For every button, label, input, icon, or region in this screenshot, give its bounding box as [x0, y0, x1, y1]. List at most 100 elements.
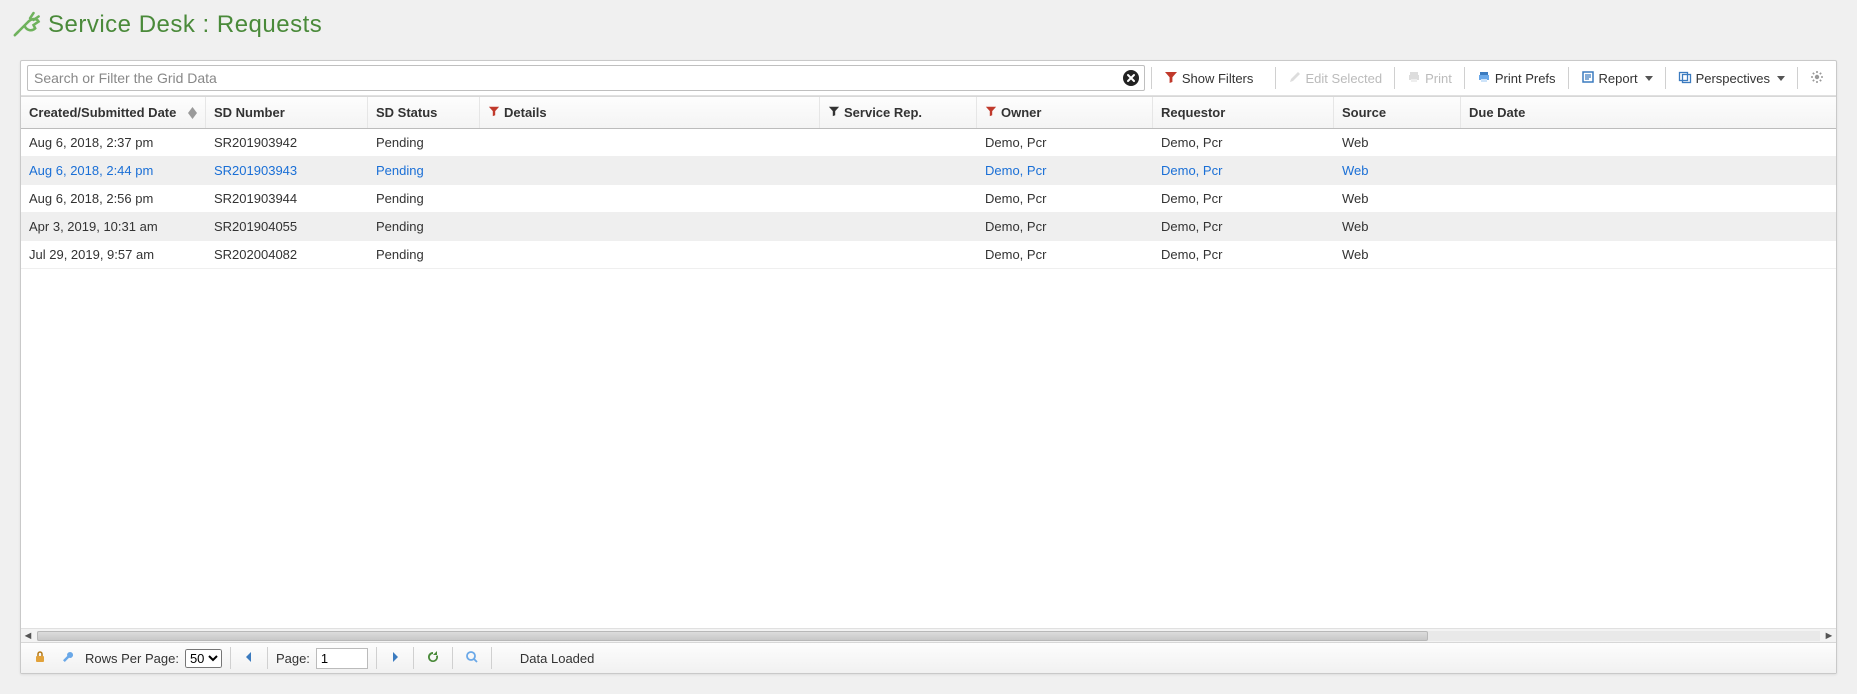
- clear-search-icon[interactable]: [1122, 69, 1140, 87]
- perspectives-icon: [1678, 70, 1692, 87]
- col-details[interactable]: Details: [480, 97, 820, 128]
- col-label: Details: [504, 105, 547, 120]
- arrow-right-icon: [389, 651, 401, 666]
- cell-due-date: [1461, 241, 1836, 268]
- magnifier-icon: [465, 650, 479, 667]
- report-label: Report: [1599, 71, 1638, 86]
- cell-created: Apr 3, 2019, 10:31 am: [21, 213, 206, 240]
- grid-body[interactable]: Aug 6, 2018, 2:37 pmSR201903942PendingDe…: [21, 129, 1836, 628]
- search-wrap: [27, 65, 1145, 91]
- separator: [230, 647, 231, 669]
- cell-details: [480, 129, 820, 156]
- scroll-track[interactable]: [37, 631, 1820, 641]
- cell-source: Web: [1334, 185, 1461, 212]
- col-sd-number[interactable]: SD Number: [206, 97, 368, 128]
- page-input[interactable]: [316, 648, 368, 669]
- print-prefs-button[interactable]: Print Prefs: [1471, 67, 1562, 90]
- scroll-right-arrow-icon[interactable]: ►: [1822, 629, 1836, 643]
- print-icon: [1407, 70, 1421, 87]
- cell-source: Web: [1334, 157, 1461, 184]
- table-row[interactable]: Aug 6, 2018, 2:44 pmSR201903943PendingDe…: [21, 157, 1836, 185]
- pencil-icon: [1288, 70, 1302, 87]
- funnel-icon: [828, 105, 840, 120]
- report-button[interactable]: Report: [1575, 67, 1659, 90]
- funnel-icon: [1164, 70, 1178, 87]
- col-due-date[interactable]: Due Date: [1461, 97, 1836, 128]
- horizontal-scrollbar[interactable]: ◄ ►: [21, 628, 1836, 642]
- separator: [1394, 67, 1395, 89]
- col-label: SD Number: [214, 105, 285, 120]
- separator: [1568, 67, 1569, 89]
- separator: [267, 647, 268, 669]
- search-input[interactable]: [28, 66, 1144, 90]
- separator: [413, 647, 414, 669]
- cell-owner: Demo, Pcr: [977, 185, 1153, 212]
- lock-icon: [33, 650, 47, 667]
- cell-sd-number: SR202004082: [206, 241, 368, 268]
- col-owner[interactable]: Owner: [977, 97, 1153, 128]
- prev-page-button[interactable]: [239, 649, 259, 668]
- rows-per-page-select[interactable]: 50: [185, 649, 222, 668]
- cell-details: [480, 157, 820, 184]
- col-sd-status[interactable]: SD Status: [368, 97, 480, 128]
- col-label: Owner: [1001, 105, 1041, 120]
- cell-sd-number: SR201903943: [206, 157, 368, 184]
- refresh-button[interactable]: [422, 648, 444, 669]
- col-label: Service Rep.: [844, 105, 922, 120]
- titlebar: Service Desk : Requests: [0, 0, 1857, 52]
- page-title: Service Desk : Requests: [48, 11, 322, 39]
- scroll-left-arrow-icon[interactable]: ◄: [21, 629, 35, 643]
- cell-service-rep: [820, 129, 977, 156]
- table-row[interactable]: Apr 3, 2019, 10:31 amSR201904055PendingD…: [21, 213, 1836, 241]
- col-source[interactable]: Source: [1334, 97, 1461, 128]
- print-button[interactable]: Print: [1401, 67, 1458, 90]
- separator: [1464, 67, 1465, 89]
- separator: [376, 647, 377, 669]
- col-label: Source: [1342, 105, 1386, 120]
- col-requestor[interactable]: Requestor: [1153, 97, 1334, 128]
- cell-requestor: Demo, Pcr: [1153, 241, 1334, 268]
- cell-sd-status: Pending: [368, 129, 480, 156]
- funnel-icon: [985, 105, 997, 120]
- next-page-button[interactable]: [385, 649, 405, 668]
- table-row[interactable]: Jul 29, 2019, 9:57 amSR202004082PendingD…: [21, 241, 1836, 269]
- separator: [491, 647, 492, 669]
- col-created-submitted-date[interactable]: Created/Submitted Date: [21, 97, 206, 128]
- show-filters-button[interactable]: Show Filters: [1158, 67, 1260, 90]
- cell-details: [480, 185, 820, 212]
- cell-sd-status: Pending: [368, 241, 480, 268]
- table-row[interactable]: Aug 6, 2018, 2:37 pmSR201903942PendingDe…: [21, 129, 1836, 157]
- edit-selected-button[interactable]: Edit Selected: [1282, 67, 1389, 90]
- col-label: Due Date: [1469, 105, 1525, 120]
- lock-button[interactable]: [29, 648, 51, 669]
- perspectives-button[interactable]: Perspectives: [1672, 67, 1791, 90]
- scroll-thumb[interactable]: [37, 631, 1428, 641]
- wrench-icon: [61, 650, 75, 667]
- tools-icon: [8, 8, 42, 42]
- table-row[interactable]: Aug 6, 2018, 2:56 pmSR201903944PendingDe…: [21, 185, 1836, 213]
- col-label: Requestor: [1161, 105, 1225, 120]
- cell-sd-number: SR201903942: [206, 129, 368, 156]
- toolbar: Show Filters Edit Selected Print: [21, 61, 1836, 96]
- cell-source: Web: [1334, 241, 1461, 268]
- gear-icon: [1810, 70, 1824, 87]
- rows-per-page-label: Rows Per Page:: [85, 651, 179, 666]
- cell-requestor: Demo, Pcr: [1153, 157, 1334, 184]
- cell-source: Web: [1334, 129, 1461, 156]
- page-label: Page:: [276, 651, 310, 666]
- cell-service-rep: [820, 213, 977, 240]
- refresh-icon: [426, 650, 440, 667]
- zoom-button[interactable]: [461, 648, 483, 669]
- cell-requestor: Demo, Pcr: [1153, 185, 1334, 212]
- cell-due-date: [1461, 129, 1836, 156]
- cell-source: Web: [1334, 213, 1461, 240]
- settings-gear-button[interactable]: [1804, 67, 1830, 90]
- cell-requestor: Demo, Pcr: [1153, 129, 1334, 156]
- cell-owner: Demo, Pcr: [977, 213, 1153, 240]
- cell-service-rep: [820, 185, 977, 212]
- wrench-button[interactable]: [57, 648, 79, 669]
- col-service-rep[interactable]: Service Rep.: [820, 97, 977, 128]
- separator: [1797, 67, 1798, 89]
- cell-due-date: [1461, 185, 1836, 212]
- caret-down-icon: [1777, 76, 1785, 81]
